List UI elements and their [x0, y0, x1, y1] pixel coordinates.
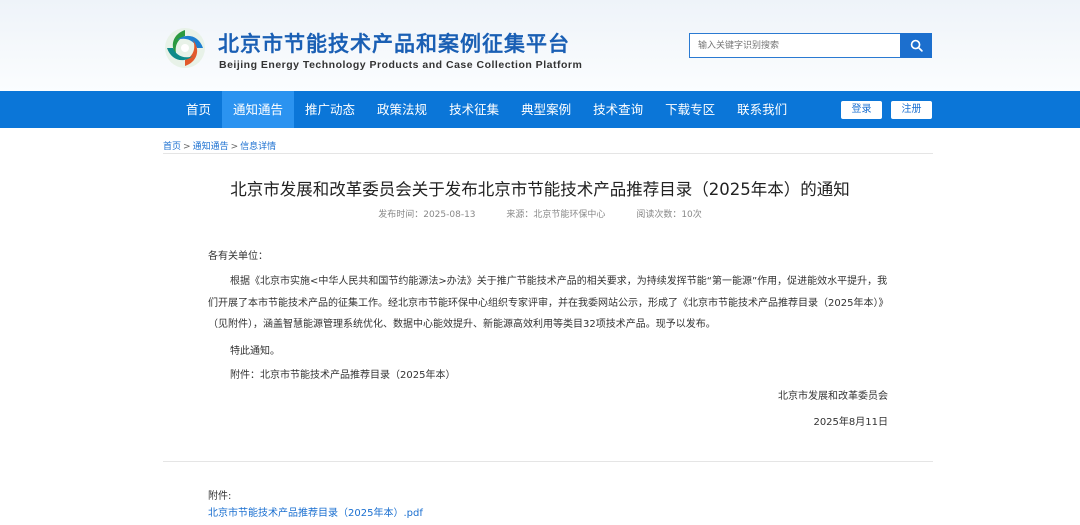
- publish-time: 发布时间：2025-08-13: [378, 210, 476, 220]
- divider: [163, 461, 933, 462]
- view-count: 阅读次数：10次: [636, 210, 702, 220]
- source: 来源：北京节能环保中心: [506, 210, 606, 220]
- breadcrumb-section[interactable]: 通知通告: [193, 142, 229, 152]
- nav-item[interactable]: 技术征集: [438, 91, 510, 128]
- nav-item[interactable]: 通知通告: [222, 91, 295, 128]
- signature-date: 2025年8月11日: [813, 417, 888, 428]
- salutation: 各有关单位：: [208, 251, 268, 262]
- nav-item[interactable]: 技术查询: [582, 91, 654, 128]
- signature-org: 北京市发展和改革委员会: [778, 391, 888, 402]
- body-paragraph: 根据《北京市实施<中华人民共和国节约能源法>办法》关于推广节能技术产品的相关要求…: [208, 276, 889, 330]
- register-button[interactable]: 注册: [891, 101, 932, 119]
- attachment-line: 附件：北京市节能技术产品推荐目录（2025年本）: [230, 369, 456, 381]
- breadcrumb-separator: >: [183, 142, 191, 152]
- breadcrumb: 首页 > 通知通告 > 信息详情: [163, 139, 276, 152]
- nav-item[interactable]: 首页: [175, 91, 222, 128]
- article-meta: 发布时间：2025-08-13 来源：北京节能环保中心 阅读次数：10次: [0, 207, 1080, 220]
- nav-item[interactable]: 下载专区: [654, 91, 726, 128]
- search-button[interactable]: [900, 33, 932, 58]
- attachment-link[interactable]: 北京市节能技术产品推荐目录（2025年本）.pdf: [208, 504, 423, 519]
- breadcrumb-current: 信息详情: [240, 142, 277, 152]
- logo-icon: [165, 28, 205, 68]
- nav-item[interactable]: 联系我们: [726, 91, 798, 128]
- notice-text: 特此通知。: [230, 345, 280, 357]
- search-icon: [910, 39, 923, 52]
- site-header: 北京市节能技术产品和案例征集平台 Beijing Energy Technolo…: [0, 0, 1080, 91]
- article-body: 各有关单位： 根据《北京市实施<中华人民共和国节约能源法>办法》关于推广节能技术…: [208, 246, 892, 386]
- divider: [163, 153, 933, 154]
- article-title: 北京市发展和改革委员会关于发布北京市节能技术产品推荐目录（2025年本）的通知: [230, 180, 850, 199]
- breadcrumb-home[interactable]: 首页: [163, 142, 181, 152]
- search-box: [689, 33, 932, 58]
- site-title: 北京市节能技术产品和案例征集平台: [218, 32, 570, 56]
- nav-item[interactable]: 推广动态: [294, 91, 366, 128]
- site-subtitle: Beijing Energy Technology Products and C…: [219, 59, 583, 71]
- attachment-label: 附件:: [208, 491, 232, 502]
- nav-item[interactable]: 政策法规: [366, 91, 438, 128]
- search-input[interactable]: [689, 33, 906, 58]
- nav-items: 首页 通知通告 推广动态 政策法规 技术征集 典型案例 技术查询 下载专区 联系我们: [175, 91, 798, 128]
- main-nav: 首页 通知通告 推广动态 政策法规 技术征集 典型案例 技术查询 下载专区 联系我们 登录 注册: [0, 91, 1080, 128]
- breadcrumb-separator: >: [230, 142, 239, 152]
- login-button[interactable]: 登录: [841, 101, 882, 119]
- nav-item[interactable]: 典型案例: [510, 91, 582, 128]
